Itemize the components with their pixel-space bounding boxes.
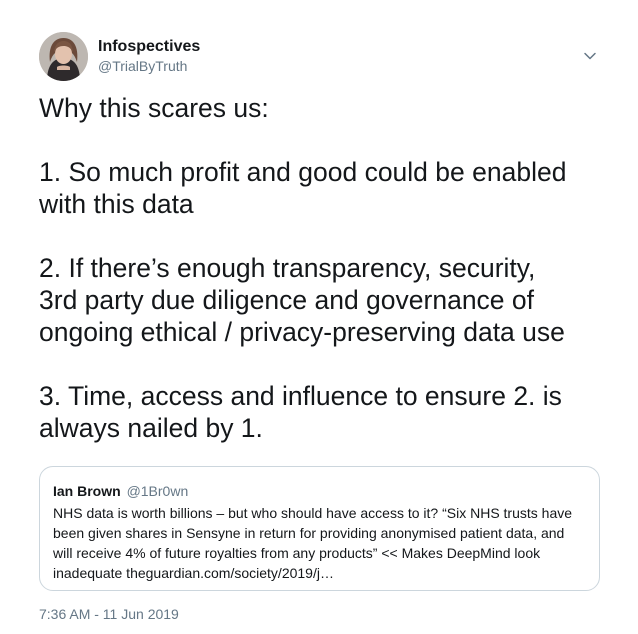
- chevron-down-icon[interactable]: [583, 49, 597, 63]
- tweet-paragraph: 3. Time, access and influence to ensure …: [39, 380, 608, 444]
- avatar-photo-icon: [39, 31, 88, 81]
- tweet-line: Why this scares us:: [39, 93, 269, 123]
- tweet-card: Infospectives @TrialByTruth Why this sca…: [0, 0, 638, 634]
- quoted-line: will receive 4% of future royalties from…: [53, 545, 541, 561]
- quoted-tweet[interactable]: Ian Brown @1Br0wn NHS data is worth bill…: [39, 466, 600, 591]
- tweet-paragraph: 1. So much profit and good could be enab…: [39, 156, 608, 220]
- tweet-header: Infospectives @TrialByTruth: [39, 31, 599, 81]
- tweet-line: always nailed by 1.: [39, 413, 263, 443]
- author-display-name[interactable]: Infospectives: [98, 37, 200, 57]
- quoted-author-handle: @1Br0wn: [126, 483, 189, 499]
- author-handle[interactable]: @TrialByTruth: [98, 57, 200, 76]
- tweet-line: 1. So much profit and good could be enab…: [39, 157, 567, 187]
- quoted-tweet-text: NHS data is worth billions – but who sho…: [53, 503, 586, 583]
- tweet-text: Why this scares us: 1. So much profit an…: [39, 92, 608, 444]
- quoted-author-name: Ian Brown: [53, 483, 121, 499]
- tweet-line: 3. Time, access and influence to ensure …: [39, 381, 562, 411]
- quoted-line: inadequate theguardian.com/society/2019/…: [53, 565, 334, 581]
- quoted-tweet-header: Ian Brown @1Br0wn: [53, 482, 586, 500]
- tweet-line: 3rd party due diligence and governance o…: [39, 285, 535, 315]
- tweet-line: with this data: [39, 189, 194, 219]
- quoted-line: NHS data is worth billions – but who sho…: [53, 505, 573, 521]
- tweet-line: ongoing ethical / privacy-preserving dat…: [39, 317, 565, 347]
- tweet-paragraph: 2. If there’s enough transparency, secur…: [39, 252, 608, 348]
- author-names: Infospectives @TrialByTruth: [98, 37, 200, 76]
- tweet-timestamp[interactable]: 7:36 AM - 11 Jun 2019: [39, 604, 179, 624]
- tweet-paragraph: Why this scares us:: [39, 92, 608, 124]
- avatar[interactable]: [39, 31, 88, 81]
- tweet-line: 2. If there’s enough transparency, secur…: [39, 253, 536, 283]
- quoted-line: been given shares in Sensyne in return f…: [53, 525, 565, 541]
